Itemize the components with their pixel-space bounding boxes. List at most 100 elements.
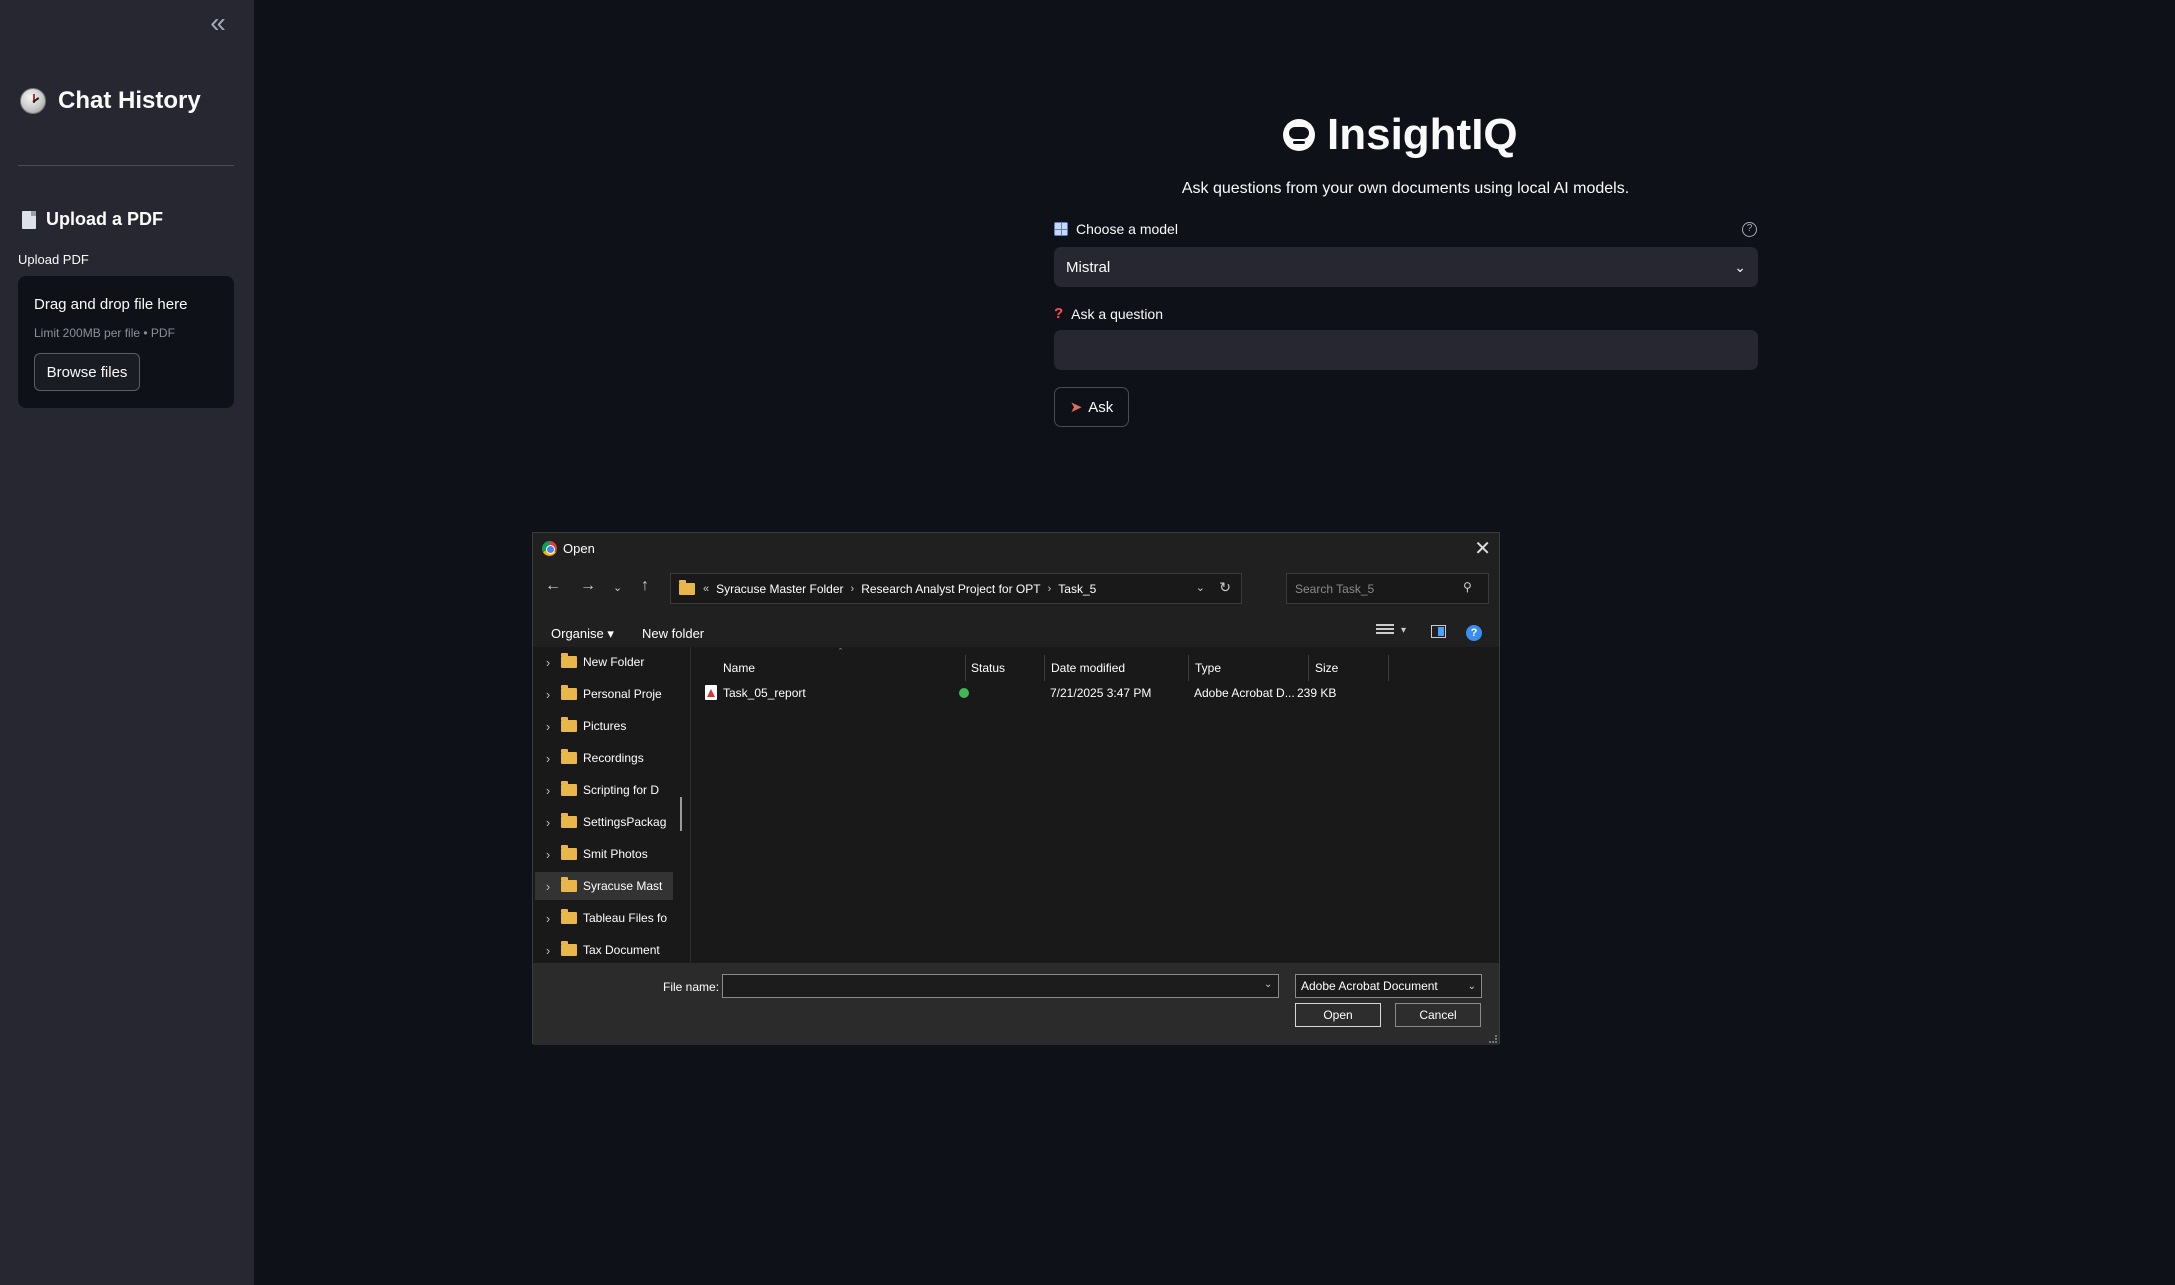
- chevron-down-icon: ⌄: [1467, 980, 1476, 992]
- nav-item-settings-package[interactable]: › SettingsPackag: [535, 808, 673, 836]
- file-name-input[interactable]: [722, 974, 1279, 998]
- cancel-button[interactable]: Cancel: [1395, 1003, 1481, 1027]
- question-label: ? Ask a question: [1054, 305, 1163, 322]
- rocket-icon: ➤: [1069, 399, 1083, 416]
- chrome-icon: [542, 541, 557, 556]
- navigation-pane[interactable]: › New Folder › Personal Proje › Pictures › R…: [533, 647, 689, 963]
- ask-button-label: Ask: [1088, 398, 1114, 416]
- nav-item-label: Tableau Files fo: [583, 911, 668, 925]
- organise-menu[interactable]: Organise ▾: [551, 626, 614, 642]
- nav-item-syracuse-master[interactable]: › Syracuse Mast: [535, 872, 673, 900]
- organise-label: Organise: [551, 626, 604, 641]
- column-header-size[interactable]: Size: [1315, 655, 1338, 681]
- model-label-text: Choose a model: [1076, 221, 1178, 237]
- chevron-right-icon[interactable]: ›: [535, 687, 561, 702]
- help-icon[interactable]: ?: [1466, 625, 1482, 641]
- folder-icon: [561, 845, 577, 860]
- file-name-label: File name:: [663, 980, 720, 994]
- column-separator[interactable]: [1388, 655, 1389, 681]
- folder-icon: [561, 653, 577, 668]
- nav-item-label: Personal Proje: [583, 687, 662, 701]
- nav-item-pictures[interactable]: › Pictures: [535, 712, 673, 740]
- forward-arrow-icon[interactable]: →: [580, 577, 596, 595]
- chat-history-title: Chat History: [58, 87, 201, 114]
- nav-item-tax-documents[interactable]: › Tax Document: [535, 936, 673, 963]
- column-header-date-modified[interactable]: Date modified: [1051, 655, 1125, 681]
- file-type-select[interactable]: Adobe Acrobat Document ⌄: [1295, 974, 1482, 998]
- breadcrumb-item[interactable]: Syracuse Master Folder: [716, 582, 843, 596]
- column-separator[interactable]: [1308, 655, 1309, 681]
- dropzone-title: Drag and drop file here: [34, 296, 188, 313]
- chevron-right-icon[interactable]: ›: [535, 719, 561, 734]
- robot-face-icon: [1283, 119, 1315, 151]
- column-separator[interactable]: [1044, 655, 1045, 681]
- chevron-right-icon[interactable]: ›: [535, 879, 561, 894]
- breadcrumb-overflow[interactable]: «: [703, 583, 709, 595]
- chevron-right-icon[interactable]: ›: [535, 943, 561, 958]
- nav-item-label: Smit Photos: [583, 847, 648, 861]
- pane-divider[interactable]: [690, 647, 691, 963]
- nav-item-scripting[interactable]: › Scripting for D: [535, 776, 673, 804]
- folder-icon: [561, 909, 577, 924]
- help-icon[interactable]: ?: [1742, 222, 1757, 237]
- app-title-text: InsightIQ: [1327, 110, 1518, 159]
- nav-item-smit-photos[interactable]: › Smit Photos: [535, 840, 673, 868]
- nav-item-label: Scripting for D: [583, 783, 660, 797]
- browse-files-button[interactable]: Browse files: [34, 353, 140, 391]
- nav-item-tableau-files[interactable]: › Tableau Files fo: [535, 904, 673, 932]
- close-icon[interactable]: ✕: [1474, 536, 1491, 561]
- nav-item-new-folder[interactable]: › New Folder: [535, 648, 673, 676]
- column-separator[interactable]: [965, 655, 966, 681]
- column-header-name[interactable]: Name: [723, 655, 755, 681]
- nav-item-label: SettingsPackag: [583, 815, 667, 829]
- refresh-icon[interactable]: ↻: [1219, 579, 1231, 596]
- nav-scrollbar[interactable]: [680, 797, 682, 831]
- collapse-sidebar-icon[interactable]: «: [203, 8, 233, 38]
- breadcrumb-item[interactable]: Task_5: [1058, 582, 1096, 596]
- model-select-value: Mistral: [1066, 258, 1111, 276]
- folder-icon: [561, 717, 577, 732]
- up-arrow-icon[interactable]: ↑: [641, 577, 649, 595]
- file-dropzone[interactable]: Drag and drop file here Limit 200MB per …: [18, 276, 234, 408]
- chevron-right-icon[interactable]: ›: [535, 815, 561, 830]
- chevron-right-icon[interactable]: ›: [535, 783, 561, 798]
- preview-pane-icon[interactable]: [1431, 625, 1446, 638]
- chevron-down-icon[interactable]: ⌄: [1264, 979, 1272, 990]
- new-folder-button[interactable]: New folder: [642, 626, 704, 641]
- question-input[interactable]: [1054, 330, 1758, 370]
- chat-history-heading: Chat History: [20, 87, 201, 115]
- dropzone-limit: Limit 200MB per file • PDF: [34, 326, 175, 340]
- search-input[interactable]: [1286, 573, 1489, 604]
- column-separator[interactable]: [1188, 655, 1189, 681]
- address-bar[interactable]: « Syracuse Master Folder › Research Anal…: [670, 573, 1242, 604]
- chevron-right-icon[interactable]: ›: [535, 847, 561, 862]
- sidebar: « Chat History Upload a PDF Upload PDF D…: [0, 0, 254, 1285]
- dialog-title: Open: [563, 541, 595, 556]
- file-open-dialog: Open ✕ ← → ⌄ ↑ « Syracuse Master Folder …: [532, 532, 1500, 1045]
- chevron-right-icon[interactable]: ›: [535, 911, 561, 926]
- chevron-down-icon: ⌄: [1734, 258, 1746, 275]
- question-label-text: Ask a question: [1071, 305, 1164, 322]
- view-dropdown-icon[interactable]: ▾: [1401, 625, 1406, 636]
- view-list-icon[interactable]: [1376, 624, 1394, 638]
- address-dropdown-icon[interactable]: ⌄: [1196, 581, 1205, 594]
- back-arrow-icon[interactable]: ←: [545, 577, 561, 595]
- dialog-body: › New Folder › Personal Proje › Pictures › R…: [533, 647, 1499, 963]
- column-header-type[interactable]: Type: [1195, 655, 1221, 681]
- breadcrumb-item[interactable]: Research Analyst Project for OPT: [861, 582, 1040, 596]
- nav-item-personal-projects[interactable]: › Personal Proje: [535, 680, 673, 708]
- column-header-status[interactable]: Status: [971, 655, 1005, 681]
- recent-locations-icon[interactable]: ⌄: [613, 581, 622, 594]
- nav-item-label: Pictures: [583, 719, 627, 733]
- chevron-right-icon[interactable]: ›: [535, 751, 561, 766]
- chevron-right-icon[interactable]: ›: [535, 655, 561, 670]
- search-icon: ⚲: [1463, 580, 1472, 594]
- folder-icon: [561, 877, 577, 892]
- model-select[interactable]: Mistral ⌄: [1054, 247, 1758, 287]
- nav-item-recordings[interactable]: › Recordings: [535, 744, 673, 772]
- resize-grip-icon[interactable]: [1489, 1035, 1497, 1043]
- open-button[interactable]: Open: [1295, 1003, 1381, 1027]
- file-row[interactable]: Task_05_report 7/21/2025 3:47 PM Adobe A…: [698, 683, 1493, 703]
- file-size: 239 KB: [1297, 686, 1337, 700]
- ask-button[interactable]: ➤ Ask: [1054, 387, 1129, 427]
